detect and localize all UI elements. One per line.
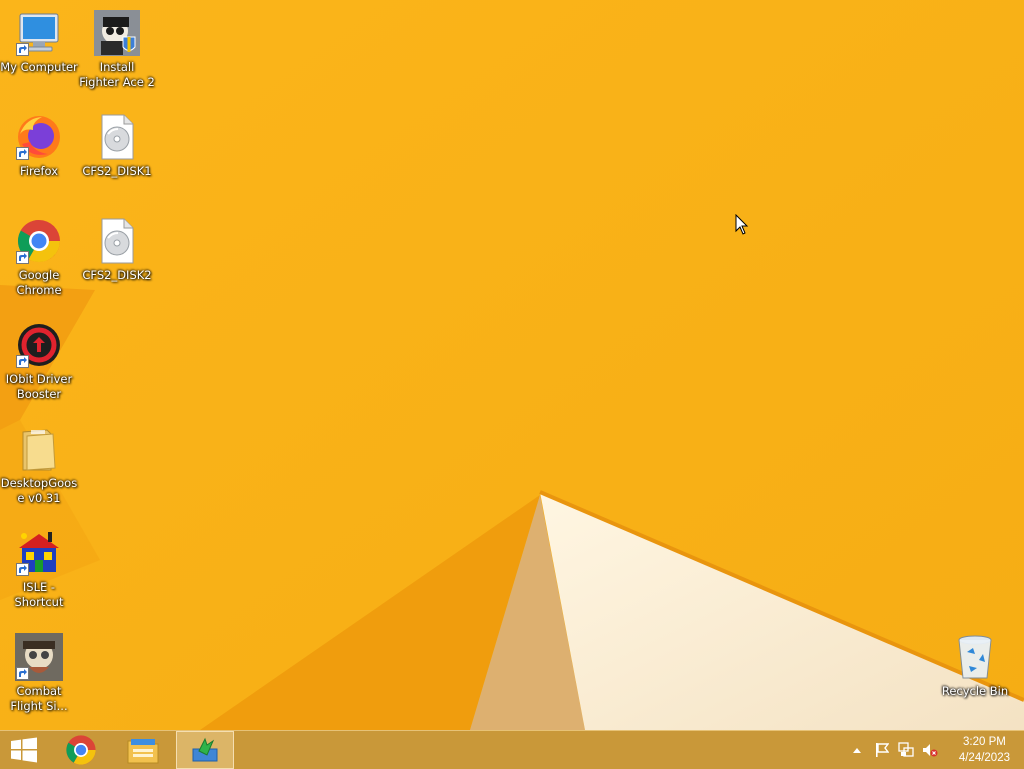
show-hidden-icons-button[interactable] <box>848 731 866 769</box>
taskbar-clock[interactable]: 3:20 PM 4/24/2023 <box>959 734 1010 766</box>
show-hidden-icons-icon <box>853 748 861 753</box>
chrome-icon <box>66 735 96 765</box>
shortcut-arrow-icon <box>16 563 29 576</box>
desktop-icon-recycle-bin[interactable]: Recycle Bin <box>936 632 1014 699</box>
icon-label: DesktopGoose v0.31 <box>0 476 78 505</box>
icon-label: Firefox <box>19 164 59 178</box>
taskbar: 3:20 PM 4/24/2023 <box>0 730 1024 769</box>
action-center-flag-icon <box>876 743 889 757</box>
icon-label: CFS2_DISK2 <box>82 268 152 282</box>
folder-icon <box>22 429 56 471</box>
desktop-icon-cfs2-disk1[interactable]: CFS2_DISK1 <box>78 112 156 179</box>
desktop-wallpaper <box>0 0 1024 730</box>
icon-label: ISLE - Shortcut <box>14 580 64 609</box>
icon-label: Combat Flight Si... <box>10 684 68 713</box>
desktop-icon-desktopgoose-folder[interactable]: DesktopGoose v0.31 <box>0 424 78 506</box>
desktop-icon-combat-flight-sim[interactable]: Combat Flight Si... <box>0 632 78 714</box>
shortcut-arrow-icon <box>16 251 29 264</box>
clock-time: 3:20 PM <box>963 736 1006 748</box>
shortcut-arrow-icon <box>16 355 29 368</box>
taskbar-chrome-button[interactable] <box>56 731 106 769</box>
desktop-icon-google-chrome[interactable]: Google Chrome <box>0 216 78 298</box>
network-icon <box>898 742 914 757</box>
icon-label: My Computer <box>0 60 78 74</box>
action-center-button[interactable] <box>872 731 892 769</box>
shortcut-arrow-icon <box>16 43 29 56</box>
desktop-icon-firefox[interactable]: Firefox <box>0 112 78 179</box>
desktop-icon-isle-shortcut[interactable]: ISLE - Shortcut <box>0 528 78 610</box>
icon-label: CFS2_DISK1 <box>82 164 152 178</box>
desktop-icon-iobit-driver-booster[interactable]: IObit Driver Booster <box>0 320 78 402</box>
mouse-cursor-icon <box>735 214 749 235</box>
taskbar-installer-button[interactable] <box>176 731 234 769</box>
file-explorer-icon <box>127 739 159 764</box>
icon-label: Install Fighter Ace 2 <box>79 60 155 89</box>
installer-icon <box>94 10 140 56</box>
icon-label: Google Chrome <box>16 268 62 297</box>
windows-logo-icon <box>11 737 37 763</box>
shortcut-arrow-icon <box>16 147 29 160</box>
desktop-icon-install-fighter-ace[interactable]: Install Fighter Ace 2 <box>78 8 156 90</box>
volume-button[interactable] <box>920 731 940 769</box>
volume-muted-icon <box>923 744 938 757</box>
icon-label: IObit Driver Booster <box>5 372 73 401</box>
network-button[interactable] <box>896 731 916 769</box>
disc-image-icon <box>101 218 134 264</box>
start-button[interactable] <box>0 731 48 769</box>
taskbar-file-explorer-button[interactable] <box>118 731 168 769</box>
clock-date: 4/24/2023 <box>958 752 1010 764</box>
shortcut-arrow-icon <box>16 667 29 680</box>
icon-label: Recycle Bin <box>941 684 1009 698</box>
desktop-icon-my-computer[interactable]: My Computer <box>0 8 78 75</box>
recycle-bin-icon <box>958 635 992 679</box>
installer-app-icon <box>192 737 218 762</box>
desktop-icon-cfs2-disk2[interactable]: CFS2_DISK2 <box>78 216 156 283</box>
disc-image-icon <box>101 114 134 160</box>
